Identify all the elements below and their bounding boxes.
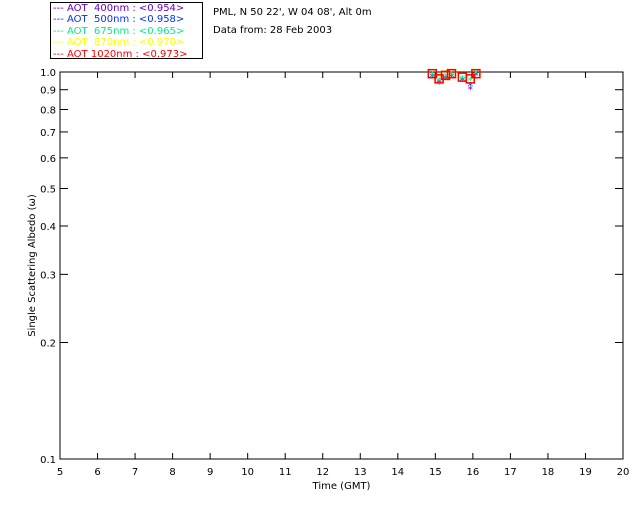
x-tick-label: 13 [354,467,367,478]
y-tick-label: 1.0 [40,68,56,79]
chart-container: --- AOT 400nm : <0.954> --- AOT 500nm : <… [0,0,640,512]
y-tick-label: 0.8 [40,106,56,117]
y-tick-label: 0.5 [40,184,56,195]
x-tick-label: 14 [391,467,404,478]
y-tick-label: 0.7 [40,128,56,139]
y-tick-label: 0.6 [40,154,56,165]
x-tick-label: 15 [429,467,442,478]
data-point: * [460,73,466,86]
y-tick-label: 0.2 [40,339,56,350]
x-tick-label: 16 [466,467,479,478]
x-tick-label: 5 [57,467,63,478]
y-tick-label: 0.9 [40,86,56,97]
plot: 5 6 7 8 9 10 11 12 13 14 15 16 17 18 19 20 0.1 0.2 0.3 0.4 0… [27,68,630,492]
y-axis-label: Single Scattering Albedo (ω) [27,194,38,337]
plot-frame [59,71,624,460]
x-tick-label: 12 [316,467,329,478]
x-tick-label: 6 [94,467,100,478]
x-tick-label: 18 [542,467,555,478]
x-axis-label: Time (GMT) [312,481,371,492]
y-tick-label: 0.1 [40,455,56,466]
x-tick-label: 17 [504,467,517,478]
x-tick-label: 8 [169,467,175,478]
x-tick-label: 20 [617,467,630,478]
y-tick-label: 0.4 [40,222,56,233]
x-tick-label: 10 [241,467,254,478]
x-tick-label: 7 [132,467,138,478]
x-tick-label: 11 [279,467,292,478]
x-tick-label: 19 [579,467,592,478]
x-tick-label: 9 [207,467,213,478]
y-tick-label: 0.3 [40,270,56,281]
